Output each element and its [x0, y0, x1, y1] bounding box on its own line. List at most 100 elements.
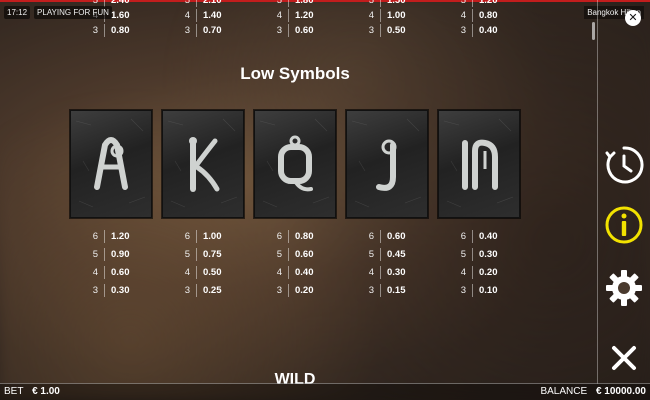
pay-value: 1.40	[203, 10, 222, 21]
pay-count: 5	[460, 248, 466, 260]
scrollbar-thumb[interactable]	[592, 22, 595, 40]
pay-separator	[196, 9, 197, 22]
pay-count: 3	[184, 25, 190, 36]
balance-label: BALANCE	[540, 386, 588, 397]
pay-row: 4 0.80	[456, 8, 498, 23]
upper-paytable-column: 5 1.80 4 1.20 3 0.60	[272, 0, 314, 38]
history-button[interactable]	[604, 145, 644, 185]
pay-count: 4	[368, 10, 374, 21]
low-symbol-paytable-column: 6 1.00 5 0.75 4 0.50 3 0.25	[180, 227, 222, 299]
pay-separator	[196, 283, 197, 297]
side-menu-divider	[597, 0, 598, 384]
pay-value: 1.00	[203, 230, 222, 242]
pay-value: 0.80	[295, 230, 314, 242]
pay-value: 0.60	[111, 266, 130, 278]
symbol-tile-a	[70, 110, 152, 218]
close-paytable-button[interactable]	[604, 338, 644, 378]
pay-count: 5	[92, 248, 98, 260]
pay-separator	[472, 229, 473, 243]
pay-separator	[380, 229, 381, 243]
pay-row: 6 0.40	[456, 227, 498, 245]
pay-count: 3	[184, 284, 190, 296]
pay-separator	[104, 247, 105, 261]
pay-count: 6	[276, 230, 282, 242]
pay-row: 3 0.25	[180, 281, 222, 299]
pay-row: 3 0.15	[364, 281, 406, 299]
pay-separator	[380, 283, 381, 297]
pay-count: 3	[460, 25, 466, 36]
pay-row: 6 0.60	[364, 227, 406, 245]
pay-separator	[288, 247, 289, 261]
low-symbol-paytable-column: 6 1.20 5 0.90 4 0.60 3 0.30	[88, 227, 130, 299]
bet-value: € 1.00	[32, 386, 60, 397]
pay-row: 4 0.60	[88, 263, 130, 281]
history-clock-icon	[605, 146, 644, 184]
pay-row: 4 1.20	[272, 8, 314, 23]
close-game-icon[interactable]: ✕	[625, 10, 641, 26]
pay-separator	[472, 0, 473, 7]
pay-separator	[104, 283, 105, 297]
upper-paytable-column: 5 1.50 4 1.00 3 0.50	[364, 0, 406, 38]
pay-count: 5	[460, 0, 466, 6]
pay-value: 1.80	[295, 0, 314, 6]
pay-row: 5 0.30	[456, 245, 498, 263]
pay-value: 0.70	[203, 25, 222, 36]
pay-count: 5	[276, 0, 282, 6]
pay-count: 5	[276, 248, 282, 260]
number-10-stone-icon	[443, 118, 514, 208]
pay-count: 6	[184, 230, 190, 242]
pay-count: 4	[460, 266, 466, 278]
pay-value: 1.00	[387, 10, 406, 21]
symbol-tile-q	[254, 110, 336, 218]
pay-separator	[288, 265, 289, 279]
pay-value: 1.20	[111, 230, 130, 242]
pay-count: 4	[276, 10, 282, 21]
pay-count: 3	[460, 284, 466, 296]
info-button[interactable]	[604, 205, 644, 245]
bet-display: BET € 1.00	[4, 386, 60, 397]
pay-separator	[288, 229, 289, 243]
pay-row: 5 2.10	[180, 0, 222, 8]
pay-separator	[288, 0, 289, 7]
pay-count: 4	[184, 266, 190, 278]
pay-value: 0.10	[479, 284, 498, 296]
pay-row: 5 1.20	[456, 0, 498, 8]
pay-separator	[196, 247, 197, 261]
pay-row: 4 1.00	[364, 8, 406, 23]
pay-separator	[288, 9, 289, 22]
pay-row: 5 0.60	[272, 245, 314, 263]
pay-row: 5 0.45	[364, 245, 406, 263]
pay-value: 0.60	[387, 230, 406, 242]
upper-paytable-column: 5 2.10 4 1.40 3 0.70	[180, 0, 222, 38]
pay-row: 5 0.75	[180, 245, 222, 263]
pay-count: 3	[276, 25, 282, 36]
pay-count: 5	[184, 248, 190, 260]
pay-value: 0.80	[111, 25, 130, 36]
settings-button[interactable]	[604, 268, 644, 308]
pay-count: 3	[92, 25, 98, 36]
pay-row: 4 0.40	[272, 263, 314, 281]
pay-row: 4 0.30	[364, 263, 406, 281]
pay-separator	[472, 24, 473, 37]
pay-count: 5	[368, 0, 374, 6]
pay-separator	[472, 265, 473, 279]
pay-separator	[472, 9, 473, 22]
pay-value: 1.50	[387, 0, 406, 6]
pay-count: 6	[368, 230, 374, 242]
symbol-tile-10	[438, 110, 520, 218]
pay-row: 5 1.80	[272, 0, 314, 8]
pay-count: 3	[92, 284, 98, 296]
pay-value: 0.20	[479, 266, 498, 278]
pay-row: 4 1.40	[180, 8, 222, 23]
pay-separator	[380, 0, 381, 7]
symbol-tile-j	[346, 110, 428, 218]
symbol-tile-k	[162, 110, 244, 218]
pay-count: 3	[276, 284, 282, 296]
pay-count: 5	[184, 0, 190, 6]
pay-separator	[196, 265, 197, 279]
pay-row: 3 0.80	[88, 23, 130, 38]
pay-count: 4	[368, 266, 374, 278]
pay-value: 0.40	[295, 266, 314, 278]
pay-count: 4	[276, 266, 282, 278]
pay-separator	[104, 24, 105, 37]
